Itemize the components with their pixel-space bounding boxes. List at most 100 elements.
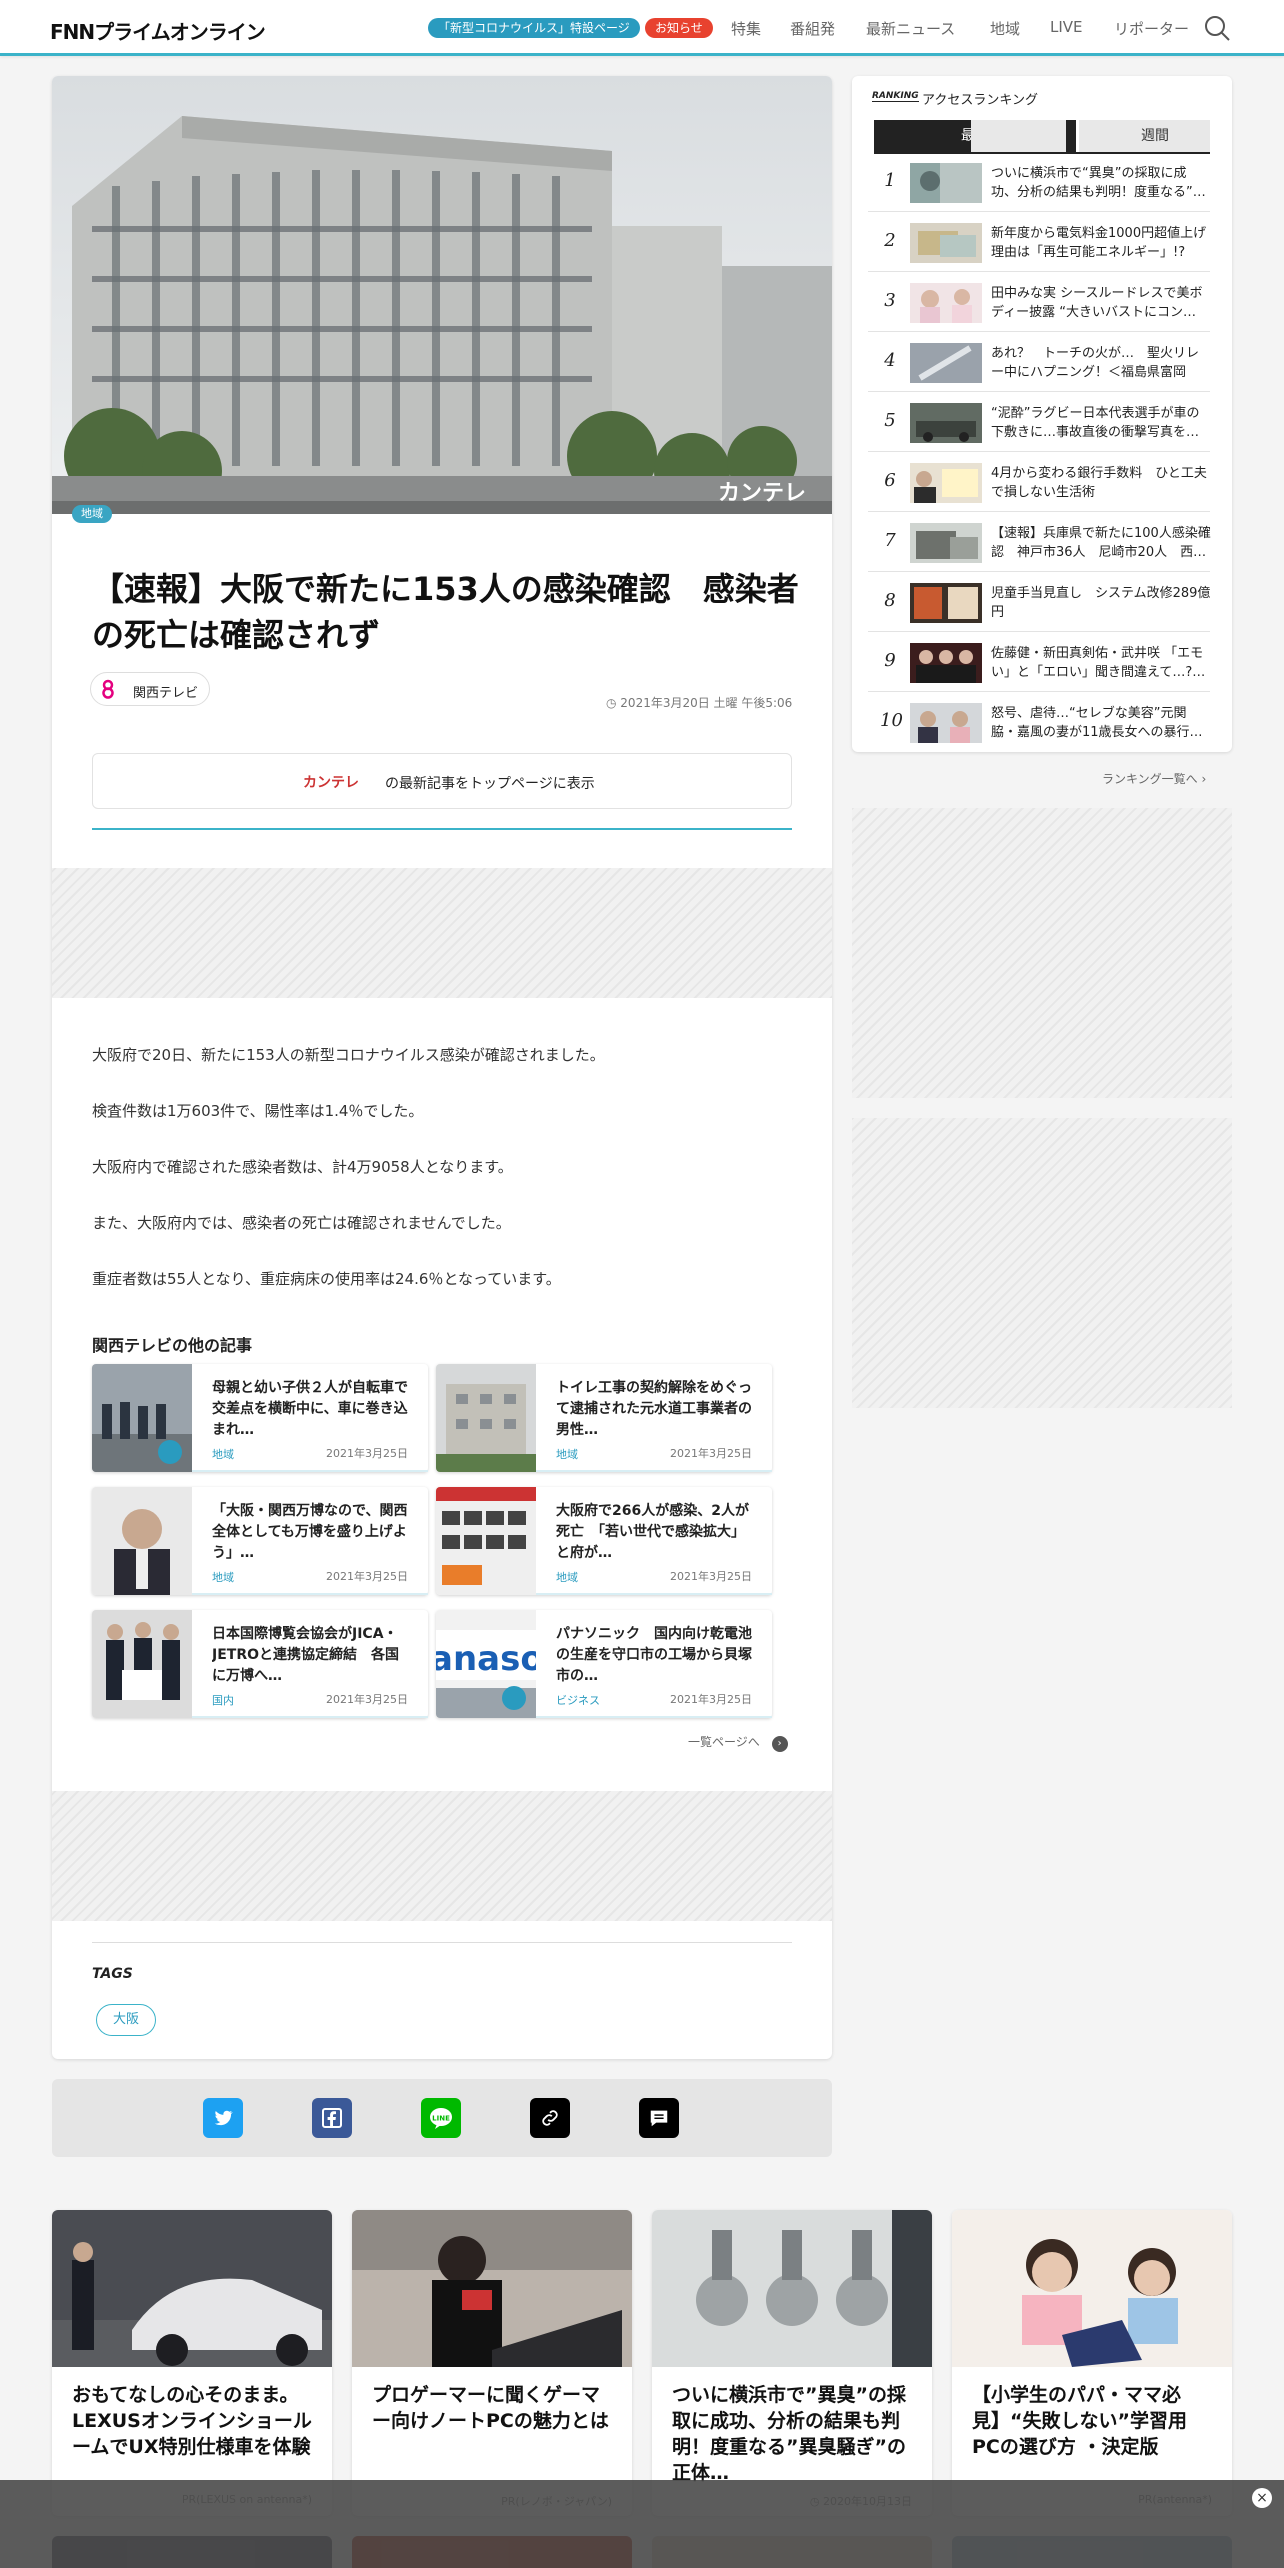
site-logo[interactable]: FNNプライムオンライン xyxy=(50,16,266,45)
related-article-card[interactable]: 「大阪・関西万博なので、関西全体としても万博を盛り上げよう」… 地域 2021年… xyxy=(92,1487,428,1595)
related-title: パナソニック 国内向け乾電池の生産を守口市の工場から貝塚市の… xyxy=(556,1626,752,1684)
related-title: 母親と幼い子供２人が自転車で交差点を横断中に、車に巻き込まれ… xyxy=(212,1380,408,1438)
tags-heading: TAGS xyxy=(92,1966,133,1982)
line-share-button[interactable]: LINE xyxy=(421,2098,461,2138)
body-paragraph: また、大阪府内では、感染者の死亡は確認されませんでした。 xyxy=(92,1214,511,1232)
ranking-more-link[interactable]: ランキング一覧へ › xyxy=(1102,770,1206,787)
body-paragraph: 重症者数は55人となり、重症病床の使用率は24.6％となっています。 xyxy=(92,1270,561,1288)
related-article-card[interactable]: 日本国際博覧会協会がJICA・JETROと連携協定締結 各国に万博へ… 国内 2… xyxy=(92,1610,428,1718)
related-category: 地域 xyxy=(556,1448,578,1461)
article-date: ◷ 2021年3月20日 土曜 午後5:06 xyxy=(606,696,793,710)
kantele-mini-logo: カンテレ xyxy=(303,775,359,791)
svg-text:LINE: LINE xyxy=(432,2115,450,2123)
article-hero-image xyxy=(52,76,832,514)
chevron-right-icon: › xyxy=(1197,772,1207,786)
tag-osaka[interactable]: 大阪 xyxy=(96,2004,157,2036)
ad-slot xyxy=(52,868,832,998)
facebook-icon xyxy=(322,2108,342,2128)
search-icon[interactable] xyxy=(1203,14,1231,42)
promo-card[interactable]: おもてなしの心そのまま。LEXUSオンラインショールームでUX特別仕様車を体験 … xyxy=(52,2210,332,2516)
article-title: 【速報】大阪で新たに153人の感染確認 感染者の死亡は確認されず xyxy=(92,570,799,654)
related-title: 大阪府で266人が感染、2人が死亡 「若い世代で感染拡大」と府が… xyxy=(556,1503,749,1561)
sidebar-ad-slot xyxy=(852,808,1232,1098)
related-category: 地域 xyxy=(212,1571,234,1584)
divider xyxy=(92,1942,792,1943)
ranking-item[interactable]: 1 ついに横浜市で“異臭”の採取に成功、分析の結果も判明！度重なる”… xyxy=(868,154,1210,212)
related-date: 2021年3月25日 xyxy=(670,1447,752,1460)
site-header: FNNプライムオンライン 「新型コロナウイルス」特設ページ お知らせ 特集 番組… xyxy=(0,0,1284,56)
sidebar-ad-slot xyxy=(852,1118,1232,1408)
related-date: 2021年3月25日 xyxy=(326,1447,408,1460)
related-date: 2021年3月25日 xyxy=(326,1570,408,1583)
set-toppage-button[interactable]: カンテレ の最新記事をトップページに表示 xyxy=(92,753,792,809)
ranking-item[interactable]: 7 【速報】兵庫県で新たに100人感染確認 神戸市36人 尼崎市20人 西… xyxy=(868,514,1211,572)
related-title: 日本国際博覧会協会がJICA・JETROと連携協定締結 各国に万博へ… xyxy=(212,1626,400,1684)
body-paragraph: 大阪府内で確認された感染者数は、計4万9058人となります。 xyxy=(92,1158,513,1176)
ranking-item[interactable]: 9 佐藤健・新田真剣佑・武井咲 「エモい」と「エロい」聞き間違えて…?… xyxy=(868,634,1210,692)
related-title: トイレ工事の契約解除をめぐって逮捕された元水道工事業者の男性… xyxy=(556,1380,752,1438)
related-title: 「大阪・関西万博なので、関西全体としても万博を盛り上げよう」… xyxy=(212,1503,408,1561)
category-chip[interactable]: 地域 xyxy=(72,505,112,523)
related-article-card[interactable]: トイレ工事の契約解除をめぐって逮捕された元水道工事業者の男性… 地域 2021年… xyxy=(436,1364,772,1472)
related-heading: 関西テレビの他の記事 xyxy=(92,1336,253,1355)
kantele-logo-icon xyxy=(102,679,114,699)
ad-slot xyxy=(52,1791,832,1921)
ranking-tab-24h[interactable] xyxy=(971,120,1066,152)
related-article-card[interactable]: 母親と幼い子供２人が自転車で交差点を横断中に、車に巻き込まれ… 地域 2021年… xyxy=(92,1364,428,1472)
related-date: 2021年3月25日 xyxy=(670,1570,752,1583)
chevron-right-icon: › xyxy=(771,1736,788,1752)
copy-link-button[interactable] xyxy=(530,2098,570,2138)
set-toppage-label: の最新記事をトップページに表示 xyxy=(385,776,595,792)
ranking-badge: RANKING xyxy=(872,91,919,102)
ranking-item[interactable]: 5 “泥酔”ラグビー日本代表選手が車の下敷きに…事故直後の衝撃写真を… xyxy=(868,394,1210,452)
nav-bangumi[interactable]: 番組発 xyxy=(790,18,835,39)
nav-reporter[interactable]: リポーター xyxy=(1114,18,1189,39)
nav-latest-news[interactable]: 最新ニュース xyxy=(866,18,955,39)
ranking-heading: アクセスランキング xyxy=(922,93,1038,108)
related-date: 2021年3月25日 xyxy=(670,1693,752,1706)
twitter-icon xyxy=(214,2110,233,2126)
comment-icon xyxy=(650,2110,668,2127)
ranking-item[interactable]: 4あれ？ トーチの火が… 聖火リレー中にハプニング！＜福島県富岡町… xyxy=(868,334,1210,392)
notice-link[interactable]: お知らせ xyxy=(645,18,713,38)
related-more-link[interactable]: 一覧ページへ › xyxy=(688,1733,788,1752)
photo-credit-logo: カンテレ xyxy=(718,481,807,506)
source-name: 関西テレビ xyxy=(133,686,199,701)
close-icon[interactable]: × xyxy=(1252,2488,1272,2508)
promo-title: プロゲーマーに聞くゲーマー向けノートPCの魅力とは xyxy=(372,2384,609,2432)
facebook-share-button[interactable] xyxy=(312,2098,352,2138)
related-article-card[interactable]: anasor パナソニック 国内向け乾電池の生産を守口市の工場から貝塚市の… ビ… xyxy=(436,1610,772,1718)
svg-text:anasor: anasor xyxy=(436,1639,536,1679)
corona-special-link[interactable]: 「新型コロナウイルス」特設ページ xyxy=(428,18,640,38)
nav-tokushu[interactable]: 特集 xyxy=(731,18,761,39)
related-category: 地域 xyxy=(212,1448,234,1461)
divider xyxy=(92,828,792,830)
related-date: 2021年3月25日 xyxy=(326,1693,408,1706)
ranking-item[interactable]: 2新年度から電気料金1000円超値上げ 理由は「再生可能エネルギー」!?あ… xyxy=(868,214,1211,272)
promo-card[interactable]: ついに横浜市で”異臭”の採取に成功、分析の結果も判明！度重なる”異臭騒ぎ”の正体… xyxy=(652,2210,932,2516)
ranking-tab-weekly[interactable]: 週間 xyxy=(1100,120,1210,152)
promo-title: 【小学生のパパ・ママ必見】“失敗しない”学習用PCの選び方 ・決定版 xyxy=(972,2384,1187,2458)
promo-card[interactable]: 【小学生のパパ・ママ必見】“失敗しない”学習用PCの選び方 ・決定版 PR(an… xyxy=(952,2210,1232,2516)
twitter-share-button[interactable] xyxy=(203,2098,243,2138)
related-category: ビジネス xyxy=(556,1694,600,1707)
comment-button[interactable] xyxy=(639,2098,679,2138)
promo-title: ついに横浜市で”異臭”の採取に成功、分析の結果も判明！度重なる”異臭騒ぎ”の正体… xyxy=(672,2384,906,2484)
body-paragraph: 検査件数は1万603件で、陽性率は1.4％でした。 xyxy=(92,1102,424,1120)
body-paragraph: 大阪府で20日、新たに153人の新型コロナウイルス感染が確認されました。 xyxy=(92,1046,605,1064)
bottom-overlay-banner: × xyxy=(0,2480,1284,2568)
link-icon xyxy=(542,2110,558,2126)
related-article-card[interactable]: 大阪府で266人が感染、2人が死亡 「若い世代で感染拡大」と府が… 地域 202… xyxy=(436,1487,772,1595)
clock-icon: ◷ xyxy=(606,696,621,710)
promo-title: おもてなしの心そのまま。LEXUSオンラインショールームでUX特別仕様車を体験 xyxy=(72,2384,312,2458)
ranking-item[interactable]: 8 児童手当見直し システム改修289億円 xyxy=(868,574,1210,632)
ranking-item[interactable]: 3 田中みな実 シースルードレスで美ボディー披露 “大きいバストにコン… xyxy=(868,274,1210,332)
ranking-item[interactable]: 6 4月から変わる銀行手数料 ひと工夫で損しない生活術 xyxy=(868,454,1210,512)
promo-card[interactable]: プロゲーマーに聞くゲーマー向けノートPCの魅力とは PR(レノボ・ジャパン) xyxy=(352,2210,632,2516)
related-category: 地域 xyxy=(556,1571,578,1584)
related-category: 国内 xyxy=(212,1694,234,1707)
source-badge[interactable]: 関西テレビ xyxy=(90,672,210,706)
nav-region[interactable]: 地域 xyxy=(990,18,1020,39)
nav-live[interactable]: LIVE xyxy=(1050,18,1083,36)
ranking-item[interactable]: 10 怒号、虐待…“セレブな美容”元関脇・嘉風の妻が11歳長女への暴行… xyxy=(868,694,1210,752)
